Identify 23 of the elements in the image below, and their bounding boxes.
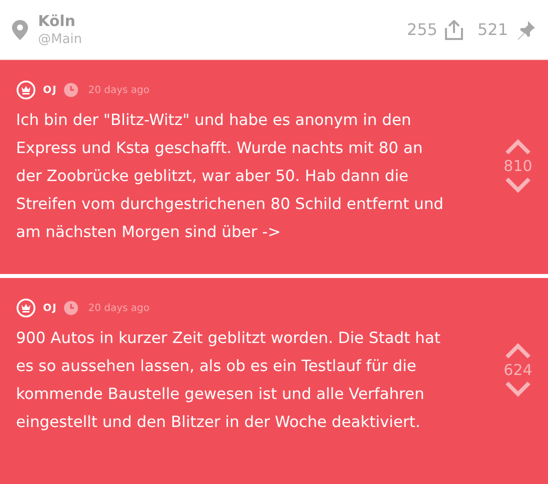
vote-count: 810 xyxy=(504,157,532,175)
author-name: OJ xyxy=(43,302,58,314)
pushpin-icon[interactable] xyxy=(516,20,536,40)
upvote-icon[interactable] xyxy=(505,139,531,155)
vote-count: 624 xyxy=(504,361,532,379)
share-count: 255 xyxy=(406,20,438,39)
city-name: Köln xyxy=(38,12,76,30)
crown-icon xyxy=(16,298,36,318)
location-pin-icon xyxy=(12,20,28,40)
clock-icon xyxy=(64,83,78,97)
post-time: 20 days ago xyxy=(88,84,150,96)
downvote-icon[interactable] xyxy=(505,381,531,397)
downvote-icon[interactable] xyxy=(505,177,531,193)
share-icon[interactable] xyxy=(445,20,464,40)
post-time: 20 days ago xyxy=(88,302,150,314)
pin-count: 521 xyxy=(477,20,508,39)
crown-icon xyxy=(16,80,36,100)
post-text: Ich bin der "Blitz-Witz" und habe es anonym in den Express und Ksta geschafft. Wurde nachts mit 80 an der Zoobrücke geblitzt, war aber 50. Hab dann die Streifen vom durchgestrichenen 80 Schild entfernt und am nächsten Morgen sind über -> xyxy=(16,110,445,243)
post-text: 900 Autos in kurzer Zeit geblitzt worden. Die Stadt hat es so aussehen lassen, als ob es ein Testlauf für die kommende Baustelle gewesen ist und alle Verfahren eingestellt und den Blitzer in der Woche deaktiviert. xyxy=(16,328,442,433)
author-name: OJ xyxy=(43,84,58,96)
clock-icon xyxy=(64,301,78,315)
upvote-icon[interactable] xyxy=(505,343,531,359)
channel-name: @Main xyxy=(38,32,84,47)
